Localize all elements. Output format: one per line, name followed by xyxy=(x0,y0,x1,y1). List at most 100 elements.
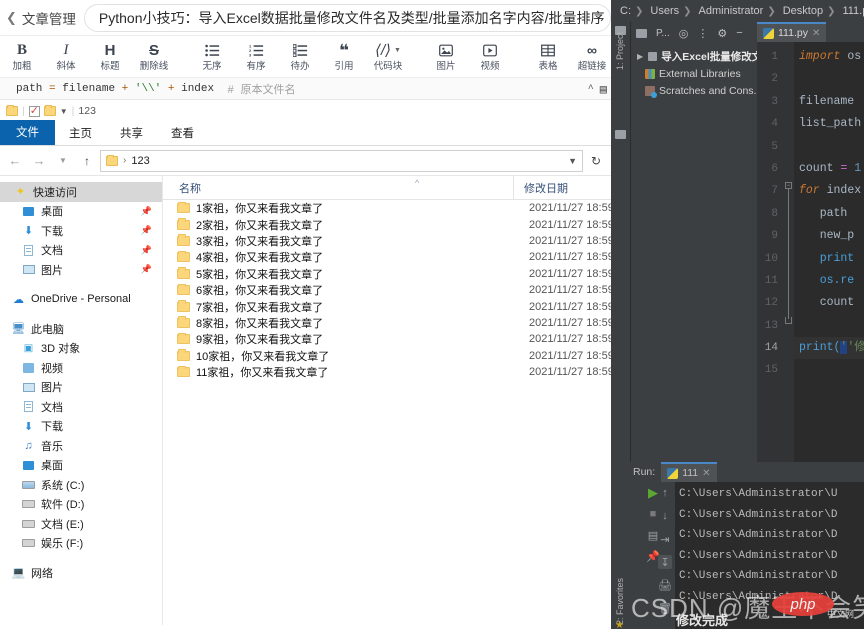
up-one-level-icon[interactable]: ↑ xyxy=(76,150,98,172)
editor-text[interactable]: import os filename list_path count = 1 f… xyxy=(794,42,864,462)
up-arrow-icon[interactable]: ↑ xyxy=(658,486,672,500)
down-arrow-icon[interactable]: ↓ xyxy=(658,509,672,523)
forward-navigation-icon[interactable]: → xyxy=(28,150,50,172)
toolbar-bold[interactable]: B 加粗 xyxy=(0,36,44,78)
sidebar-item-documents[interactable]: 文档 📌 xyxy=(0,241,162,261)
pin-icon[interactable]: 📌 xyxy=(141,225,152,236)
toolbar-hyperlink[interactable]: ∞ 超链接 xyxy=(570,36,611,78)
column-header-name[interactable]: 名称 xyxy=(163,180,513,196)
sidebar-item-this-pc[interactable]: 🖥 此电脑 xyxy=(0,319,162,339)
table-row[interactable]: 5家祖，你又来看我文章了 2021/11/27 18:59 xyxy=(163,266,611,282)
ribbon-tab-share[interactable]: 共享 xyxy=(106,122,157,145)
close-icon[interactable]: ✕ xyxy=(702,468,710,479)
toolbar-table[interactable]: 表格 xyxy=(526,36,570,78)
scroll-to-end-icon[interactable]: ↧ xyxy=(658,555,672,569)
breadcrumb-segment[interactable]: Users xyxy=(650,5,679,17)
sidebar-item-pictures-pc[interactable]: 图片 xyxy=(0,378,162,398)
table-row[interactable]: 11家祖，你又来看我文章了 2021/11/27 18:59 xyxy=(163,364,611,380)
sidebar-item-videos[interactable]: 视频 xyxy=(0,358,162,378)
tree-item-scratches[interactable]: Scratches and Cons... xyxy=(631,82,771,99)
explorer-file-list[interactable]: 名称 ^ 修改日期 1家祖，你又来看我文章了 2021/11/27 18:59 … xyxy=(163,176,611,625)
sidebar-item-desktop[interactable]: 桌面 📌 xyxy=(0,202,162,222)
back-navigation-icon[interactable]: ← xyxy=(4,150,26,172)
sidebar-item-3d-objects[interactable]: ▣ 3D 对象 xyxy=(0,339,162,359)
sidebar-item-music[interactable]: ♫ 音乐 xyxy=(0,436,162,456)
structure-tool-icon[interactable] xyxy=(615,130,626,139)
soft-wrap-icon[interactable]: ⇥ xyxy=(658,532,672,546)
locate-icon[interactable]: ◎ xyxy=(679,27,689,40)
sidebar-item-desktop-pc[interactable]: 桌面 xyxy=(0,456,162,476)
address-dropdown-icon[interactable]: ▼ xyxy=(568,156,577,166)
collapse-caret-icon[interactable]: ^ xyxy=(588,84,594,95)
ribbon-tab-home[interactable]: 主页 xyxy=(55,122,106,145)
ribbon-tab-file[interactable]: 文件 xyxy=(0,120,55,145)
toolbar-italic[interactable]: I 斜体 xyxy=(44,36,88,78)
toolbar-ordered-list[interactable]: 123 有序 xyxy=(234,36,278,78)
csdn-code-line[interactable]: path = filename + '\\' + index # 原本文件名 ^… xyxy=(0,78,611,100)
editor-tab-111py[interactable]: 111.py ✕ xyxy=(757,22,827,42)
toolbar-code-block[interactable]: ⟨/⟩ ▼ 代码块 xyxy=(366,36,410,78)
table-row[interactable]: 7家祖，你又来看我文章了 2021/11/27 18:59 xyxy=(163,298,611,314)
table-row[interactable]: 8家祖，你又来看我文章了 2021/11/27 18:59 xyxy=(163,315,611,331)
sidebar-item-drive-e[interactable]: 文档 (E:) xyxy=(0,514,162,534)
star-icon[interactable]: ★ xyxy=(615,620,624,629)
tool-tab-project[interactable]: 1: Project xyxy=(615,28,625,74)
chevron-right-icon[interactable]: ▶ xyxy=(637,52,644,61)
close-icon[interactable]: ✕ xyxy=(812,28,820,39)
sidebar-item-onedrive[interactable]: ☁ OneDrive - Personal xyxy=(0,290,162,310)
table-row[interactable]: 6家祖，你又来看我文章了 2021/11/27 18:59 xyxy=(163,282,611,298)
sidebar-item-drive-f[interactable]: 娱乐 (F:) xyxy=(0,534,162,554)
split-view-icon[interactable]: ▤ xyxy=(600,82,607,97)
toolbar-todo-list[interactable]: 待办 xyxy=(278,36,322,78)
table-row[interactable]: 1家祖，你又来看我文章了 2021/11/27 18:59 xyxy=(163,200,611,216)
minimize-icon[interactable]: − xyxy=(736,27,742,39)
table-row[interactable]: 10家祖，你又来看我文章了 2021/11/27 18:59 xyxy=(163,348,611,364)
sidebar-item-downloads[interactable]: ⬇ 下载 📌 xyxy=(0,221,162,241)
explorer-navigation-pane[interactable]: ✦ 快速访问 桌面 📌 ⬇ 下载 📌 文档 📌 图片 📌 ☁ OneDrive … xyxy=(0,176,163,625)
pin-icon[interactable]: 📌 xyxy=(141,245,152,256)
tool-tab-favorites[interactable]: 2: Favorites xyxy=(615,578,625,625)
sidebar-item-downloads-pc[interactable]: ⬇ 下载 xyxy=(0,417,162,437)
recent-locations-icon[interactable]: ▼ xyxy=(52,150,74,172)
refresh-icon[interactable]: ↻ xyxy=(585,150,607,172)
tree-item-external-libraries[interactable]: External Libraries xyxy=(631,65,771,82)
toolbar-video[interactable]: 视频 xyxy=(468,36,512,78)
project-view-icon[interactable] xyxy=(636,28,647,38)
pin-icon[interactable]: 📌 xyxy=(141,206,152,217)
sidebar-item-drive-d[interactable]: 软件 (D:) xyxy=(0,495,162,515)
back-chevron-icon[interactable]: ❮ xyxy=(4,10,22,26)
toolbar-quote[interactable]: ❝ 引用 xyxy=(322,36,366,78)
ribbon-tab-view[interactable]: 查看 xyxy=(157,122,208,145)
fold-region-start-icon[interactable]: − xyxy=(785,182,792,189)
article-title-input[interactable]: Python小技巧：导入Excel数据批量修改文件名及类型/批量添加名字内容/批… xyxy=(83,3,611,32)
address-path-box[interactable]: › 123 ▼ xyxy=(100,149,583,172)
sidebar-item-pictures[interactable]: 图片 📌 xyxy=(0,260,162,280)
project-scope-label[interactable]: P... xyxy=(656,28,670,39)
breadcrumb-segment[interactable]: Desktop xyxy=(783,5,823,17)
new-folder-icon[interactable] xyxy=(43,105,56,116)
sidebar-item-network[interactable]: 💻 网络 xyxy=(0,563,162,583)
breadcrumb-segment[interactable]: C: xyxy=(620,5,631,17)
quick-access-caret-icon[interactable]: ▼ xyxy=(60,107,68,116)
pin-icon[interactable]: 📌 xyxy=(141,264,152,275)
editor-code-area[interactable]: 1 2 3 4 5 6 7 8 9 10 11 12 13 14 15 − im… xyxy=(757,42,864,462)
back-label[interactable]: 文章管理 xyxy=(22,8,76,28)
table-row[interactable]: 2家祖，你又来看我文章了 2021/11/27 18:59 xyxy=(163,216,611,232)
sidebar-item-documents-pc[interactable]: 文档 xyxy=(0,397,162,417)
table-row[interactable]: 4家祖，你又来看我文章了 2021/11/27 18:59 xyxy=(163,249,611,265)
table-row[interactable]: 3家祖，你又来看我文章了 2021/11/27 18:59 xyxy=(163,233,611,249)
run-tab-111[interactable]: 111 ✕ xyxy=(661,462,717,482)
properties-icon[interactable] xyxy=(28,104,40,117)
collapse-all-icon[interactable]: ⋮ xyxy=(697,27,708,40)
toolbar-image[interactable]: 图片 xyxy=(424,36,468,78)
toolbar-unordered-list[interactable]: 无序 xyxy=(190,36,234,78)
breadcrumb-segment[interactable]: 111.p xyxy=(842,5,864,17)
sidebar-item-drive-c[interactable]: 系统 (C:) xyxy=(0,475,162,495)
toolbar-heading[interactable]: H 标题 xyxy=(88,36,132,78)
table-row[interactable]: 9家祖，你又来看我文章了 2021/11/27 18:59 xyxy=(163,331,611,347)
toolbar-strikethrough[interactable]: S 删除线 xyxy=(132,36,176,78)
column-header-date[interactable]: 修改日期 xyxy=(513,176,568,200)
sidebar-item-quick-access[interactable]: ✦ 快速访问 xyxy=(0,182,162,202)
gear-icon[interactable]: ⚙ xyxy=(717,27,727,40)
breadcrumb-segment[interactable]: Administrator xyxy=(699,5,764,17)
